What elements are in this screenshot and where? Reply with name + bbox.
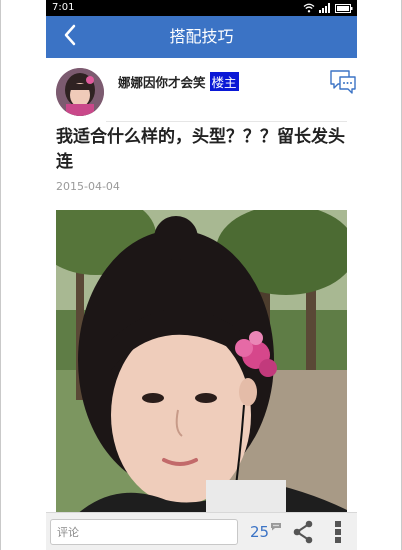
divider — [106, 121, 347, 122]
battery-icon — [335, 3, 353, 13]
more-button[interactable] — [331, 519, 345, 545]
signal-icon — [319, 3, 331, 13]
share-icon — [291, 520, 315, 548]
post-author-row: 娜娜因你才会笑 楼主 — [56, 68, 356, 118]
back-button[interactable] — [56, 21, 84, 53]
author-name-text: 娜娜因你才会笑 — [118, 75, 206, 90]
page-title: 搭配技巧 — [169, 27, 234, 46]
nav-bar: 搭配技巧 — [46, 16, 357, 58]
wifi-icon — [303, 3, 315, 13]
comment-input[interactable] — [50, 519, 238, 545]
comment-count[interactable]: 25 — [250, 523, 269, 541]
status-time: 7:01 — [52, 2, 75, 13]
phone-screen: 7:01 搭配技巧 娜娜因你才会笑 楼主 我适合什么样的，头型？？？留长发头连 … — [46, 0, 357, 550]
bottom-action-bar: 25 — [46, 512, 357, 550]
author-name[interactable]: 娜娜因你才会笑 楼主 — [118, 72, 239, 91]
chat-bubble-icon — [329, 70, 357, 100]
author-badge: 楼主 — [209, 72, 239, 91]
status-icons — [303, 3, 353, 13]
post-title: 我适合什么样的，头型？？？留长发头连 — [56, 127, 345, 172]
status-bar: 7:01 — [46, 0, 357, 16]
avatar[interactable] — [56, 68, 104, 116]
reply-button[interactable] — [329, 68, 357, 96]
page-border-left — [0, 0, 1, 550]
post-photo[interactable] — [56, 210, 347, 515]
chevron-left-icon — [63, 24, 77, 50]
comment-bubble-icon — [270, 516, 282, 531]
share-button[interactable] — [291, 520, 315, 544]
post-date: 2015-04-04 — [56, 180, 120, 193]
more-vertical-icon — [331, 521, 345, 549]
